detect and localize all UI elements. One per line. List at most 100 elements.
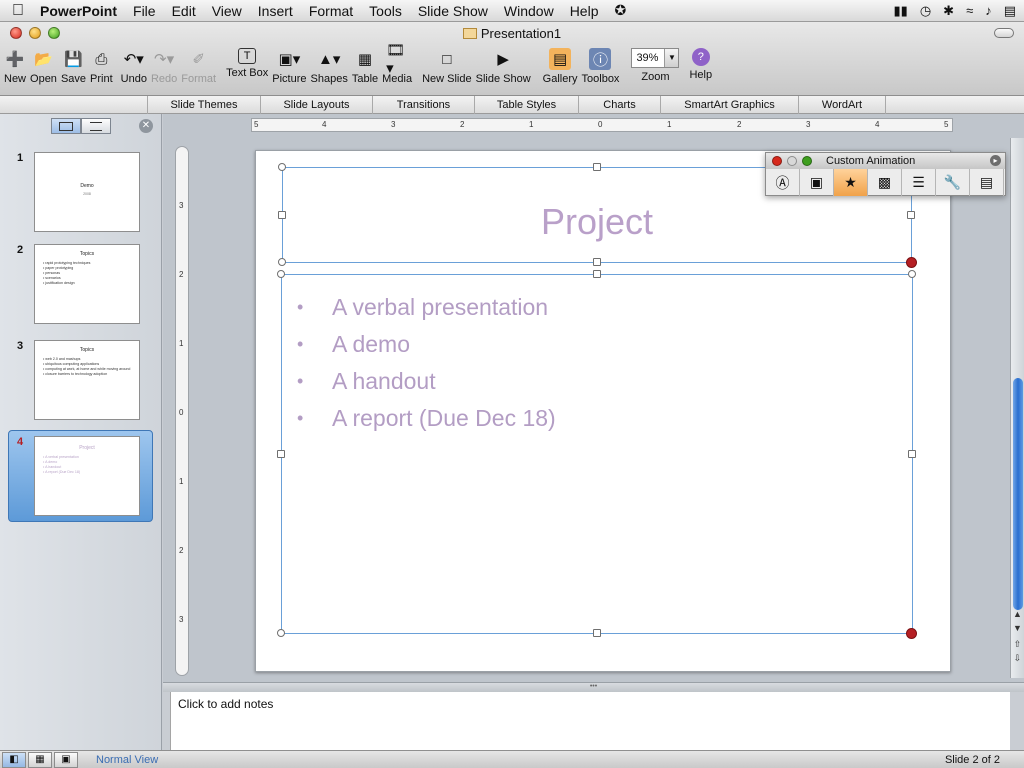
save-button[interactable]: 💾 Save	[61, 44, 86, 85]
menu-slide-show[interactable]: Slide Show	[410, 3, 496, 19]
bullet-item[interactable]: • A verbal presentation	[294, 289, 556, 326]
slide-title[interactable]: Project	[283, 201, 911, 243]
menu-help[interactable]: Help	[562, 3, 607, 19]
reference-tools-button[interactable]: ☰	[902, 169, 936, 196]
slide-show-button[interactable]: ▶ Slide Show	[476, 44, 531, 85]
bullet-text[interactable]: A verbal presentation	[332, 289, 548, 326]
resize-handle[interactable]	[278, 211, 286, 219]
table-button[interactable]: ▦ Table	[352, 44, 378, 85]
rotation-handle[interactable]	[906, 628, 917, 639]
menu-edit[interactable]: Edit	[164, 3, 204, 19]
resize-handle[interactable]	[907, 211, 915, 219]
text-box-button[interactable]: T Text Box	[226, 44, 268, 79]
resize-handle[interactable]	[593, 258, 601, 266]
redo-button[interactable]: ↷▾ Redo	[151, 44, 177, 85]
slide-thumbnail-4[interactable]: Project A verbal presentation A demo A h…	[34, 436, 140, 516]
apple-menu-icon[interactable]: 	[0, 2, 36, 20]
bullet-item[interactable]: • A demo	[294, 326, 556, 363]
resize-handle[interactable]	[593, 629, 601, 637]
format-painter-button[interactable]: ✐ Format	[181, 44, 216, 85]
vertical-ruler[interactable]: 3 2 1 0 1 2 3	[175, 146, 189, 676]
toolbox-button[interactable]: ⓘ Toolbox	[582, 44, 619, 85]
resize-handle[interactable]	[278, 258, 286, 266]
menu-tools[interactable]: Tools	[361, 3, 410, 19]
zoom-window-button[interactable]	[48, 27, 60, 39]
battery-icon[interactable]: ▮▮	[894, 3, 908, 19]
scroll-up-icon[interactable]: ▲	[1011, 608, 1024, 620]
slide-sorter-button[interactable]: ▦	[28, 751, 52, 768]
picture-button[interactable]: ▣▾ Picture	[272, 44, 306, 85]
bluetooth-icon[interactable]: ✱	[943, 3, 954, 19]
zoom-palette-button[interactable]	[802, 156, 812, 166]
bullet-text[interactable]: A report (Due Dec 18)	[332, 400, 556, 437]
compatibility-button[interactable]: 🔧	[936, 169, 970, 196]
normal-view-button[interactable]: ◧	[2, 751, 26, 768]
project-palette-button[interactable]: ▤	[970, 169, 1004, 196]
resize-handle[interactable]	[908, 450, 916, 458]
slide-thumbnail-1[interactable]: Demo 2008	[34, 152, 140, 232]
resize-handle[interactable]	[277, 450, 285, 458]
tab-slide-layouts[interactable]: Slide Layouts	[260, 96, 372, 114]
tab-charts[interactable]: Charts	[578, 96, 660, 114]
open-button[interactable]: 📂 Open	[30, 44, 57, 85]
bullet-item[interactable]: • A report (Due Dec 18)	[294, 400, 556, 437]
resize-handle[interactable]	[593, 270, 601, 278]
bullet-text[interactable]: A handout	[332, 363, 436, 400]
input-menu-icon[interactable]: ▤	[1004, 3, 1016, 19]
next-slide-icon[interactable]: ⇩	[1011, 652, 1024, 664]
palette-title-bar[interactable]: Custom Animation ▸	[766, 153, 1005, 169]
chevron-down-icon[interactable]: ▼	[664, 49, 679, 67]
slide-thumbnail-3[interactable]: Topics web 2.0 and mashups ubiquitous co…	[34, 340, 140, 420]
volume-icon[interactable]: ♪	[985, 3, 992, 18]
resize-handle[interactable]	[277, 270, 285, 278]
undo-button[interactable]: ↶▾ Undo	[121, 44, 147, 85]
slide-canvas[interactable]: Project • A verbal presentation • A demo •…	[255, 150, 951, 672]
slide-show-view-button[interactable]: ▣	[54, 751, 78, 768]
scrapbook-button[interactable]: ▩	[868, 169, 902, 196]
custom-animation-button[interactable]: ★	[834, 169, 868, 196]
notes-pane[interactable]: Click to add notes	[170, 692, 1010, 750]
menu-file[interactable]: File	[125, 3, 164, 19]
resize-handle[interactable]	[593, 163, 601, 171]
shapes-button[interactable]: ▲▾ Shapes	[311, 44, 348, 85]
resize-handle[interactable]	[277, 629, 285, 637]
time-machine-icon[interactable]: ◷	[920, 3, 931, 19]
close-window-button[interactable]	[10, 27, 22, 39]
app-menu[interactable]: PowerPoint	[36, 3, 125, 19]
notes-placeholder[interactable]: Click to add notes	[178, 697, 273, 711]
bullet-item[interactable]: • A handout	[294, 363, 556, 400]
new-button[interactable]: ➕ New	[4, 44, 26, 85]
tab-slide-themes[interactable]: Slide Themes	[147, 96, 260, 114]
vertical-scrollbar[interactable]: ▲ ▼ ⇧ ⇩	[1010, 138, 1024, 678]
previous-slide-icon[interactable]: ⇧	[1011, 638, 1024, 650]
resize-handle[interactable]	[278, 163, 286, 171]
menu-window[interactable]: Window	[496, 3, 562, 19]
formatting-palette-button[interactable]: Ⓐ	[766, 169, 800, 196]
close-palette-button[interactable]	[772, 156, 782, 166]
close-pane-icon[interactable]: ✕	[139, 119, 153, 133]
print-button[interactable]: ⎙ Print	[90, 44, 113, 86]
outline-view-tab[interactable]	[80, 118, 111, 134]
rotation-handle[interactable]	[906, 257, 917, 268]
tab-transitions[interactable]: Transitions	[372, 96, 474, 114]
help-button[interactable]: ? Help	[689, 44, 712, 81]
resize-handle[interactable]	[908, 270, 916, 278]
content-placeholder[interactable]: • A verbal presentation • A demo • A handou…	[277, 270, 917, 639]
wifi-icon[interactable]: ≈	[966, 3, 973, 18]
menu-view[interactable]: View	[204, 3, 250, 19]
script-icon[interactable]: ✪	[606, 2, 634, 19]
horizontal-ruler[interactable]: 5 4 3 2 1 0 1 2 3 4 5	[251, 118, 953, 132]
bullet-list[interactable]: • A verbal presentation • A demo • A handou…	[294, 289, 556, 437]
slides-view-tab[interactable]	[50, 118, 81, 134]
tab-table-styles[interactable]: Table Styles	[474, 96, 578, 114]
palette-options-icon[interactable]: ▸	[990, 155, 1001, 166]
slide-thumbnail-2[interactable]: Topics rapid prototyping techniques pape…	[34, 244, 140, 324]
zoom-select[interactable]: 39% ▼	[631, 48, 680, 68]
tab-smartart-graphics[interactable]: SmartArt Graphics	[660, 96, 798, 114]
toolbar-toggle-button[interactable]	[994, 28, 1014, 38]
minimize-window-button[interactable]	[29, 27, 41, 39]
zoom-control[interactable]: 39% ▼ Zoom	[631, 44, 680, 83]
notes-splitter[interactable]: •••	[163, 682, 1024, 692]
gallery-button[interactable]: ▤ Gallery	[543, 44, 578, 85]
object-palette-button[interactable]: ▣	[800, 169, 834, 196]
